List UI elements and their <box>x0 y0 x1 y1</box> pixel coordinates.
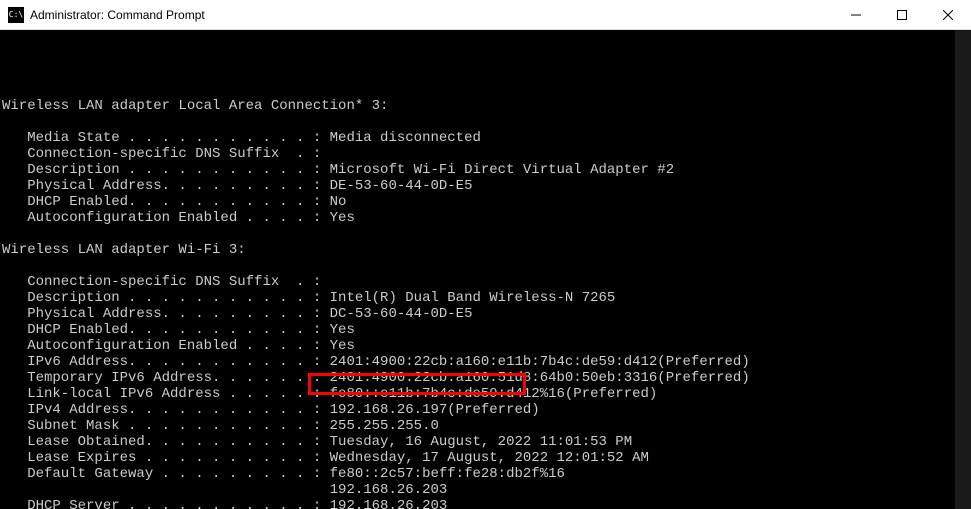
terminal-line: 192.168.26.203 <box>0 482 971 498</box>
terminal-line: Description . . . . . . . . . . . : Micr… <box>0 162 971 178</box>
terminal-line <box>0 82 971 98</box>
terminal-line <box>0 258 971 274</box>
terminal-line: Wireless LAN adapter Local Area Connecti… <box>0 98 971 114</box>
terminal-line: Link-local IPv6 Address . . . . . : fe80… <box>0 386 971 402</box>
terminal-line: DHCP Enabled. . . . . . . . . . . : No <box>0 194 971 210</box>
terminal-line: Lease Obtained. . . . . . . . . . : Tues… <box>0 434 971 450</box>
cmd-icon: C:\ <box>8 7 24 23</box>
terminal-line: DHCP Server . . . . . . . . . . . : 192.… <box>0 498 971 509</box>
terminal-line: IPv4 Address. . . . . . . . . . . : 192.… <box>0 402 971 418</box>
terminal-line: Autoconfiguration Enabled . . . . : Yes <box>0 338 971 354</box>
minimize-button[interactable] <box>833 0 879 29</box>
window-title: Administrator: Command Prompt <box>30 8 833 22</box>
terminal-line: Media State . . . . . . . . . . . : Medi… <box>0 130 971 146</box>
titlebar[interactable]: C:\ Administrator: Command Prompt <box>0 0 971 30</box>
terminal-line: Lease Expires . . . . . . . . . . : Wedn… <box>0 450 971 466</box>
maximize-button[interactable] <box>879 0 925 29</box>
scrollbar[interactable] <box>955 30 971 509</box>
terminal-line <box>0 226 971 242</box>
terminal-line: Wireless LAN adapter Wi-Fi 3: <box>0 242 971 258</box>
terminal-line: Temporary IPv6 Address. . . . . . : 2401… <box>0 370 971 386</box>
titlebar-controls <box>833 0 971 29</box>
window: C:\ Administrator: Command Prompt Wirele… <box>0 0 971 509</box>
terminal-line: Connection-specific DNS Suffix . : <box>0 274 971 290</box>
terminal-line: Default Gateway . . . . . . . . . : fe80… <box>0 466 971 482</box>
terminal-line: DHCP Enabled. . . . . . . . . . . : Yes <box>0 322 971 338</box>
terminal-line: Subnet Mask . . . . . . . . . . . : 255.… <box>0 418 971 434</box>
terminal-line: Physical Address. . . . . . . . . : DE-5… <box>0 178 971 194</box>
terminal-line: Description . . . . . . . . . . . : Inte… <box>0 290 971 306</box>
close-button[interactable] <box>925 0 971 29</box>
terminal-line: Connection-specific DNS Suffix . : <box>0 146 971 162</box>
terminal-line: Autoconfiguration Enabled . . . . : Yes <box>0 210 971 226</box>
terminal-line <box>0 114 971 130</box>
terminal-line: Physical Address. . . . . . . . . : DC-5… <box>0 306 971 322</box>
terminal-output[interactable]: Wireless LAN adapter Local Area Connecti… <box>0 30 971 509</box>
terminal-line: IPv6 Address. . . . . . . . . . . : 2401… <box>0 354 971 370</box>
